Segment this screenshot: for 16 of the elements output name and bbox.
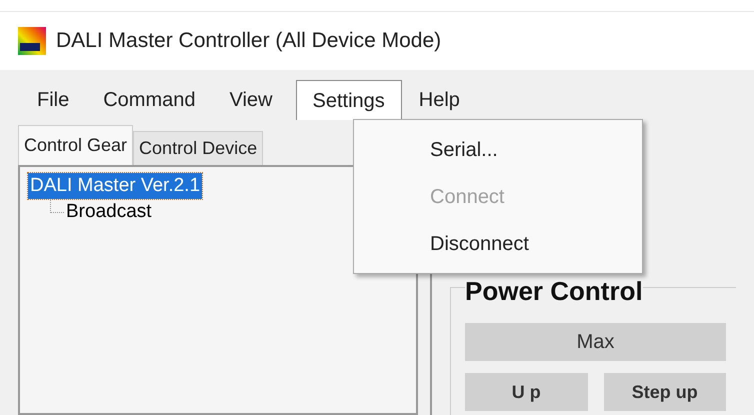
power-button[interactable]: Step up <box>604 373 726 411</box>
menu-item[interactable]: Settings <box>296 80 402 120</box>
tab[interactable]: Control Gear <box>18 125 134 165</box>
menu-item[interactable]: Help <box>402 80 477 120</box>
menu-item[interactable]: View <box>212 80 290 120</box>
tree-item[interactable]: DALI Master Ver.2.1 <box>28 173 202 199</box>
menu-item[interactable]: Command <box>86 80 212 120</box>
app-logo-icon <box>18 27 46 55</box>
menu-item[interactable]: File <box>20 80 86 120</box>
tab[interactable]: Control Device <box>133 131 264 165</box>
tree-item[interactable]: Broadcast <box>64 199 154 225</box>
window-title: DALI Master Controller (All Device Mode) <box>56 28 442 54</box>
power-button[interactable]: Max <box>465 323 726 361</box>
menu-option[interactable]: Serial... <box>354 126 642 173</box>
power-button[interactable]: U p <box>465 373 588 411</box>
menu-option[interactable]: Disconnect <box>354 220 642 267</box>
